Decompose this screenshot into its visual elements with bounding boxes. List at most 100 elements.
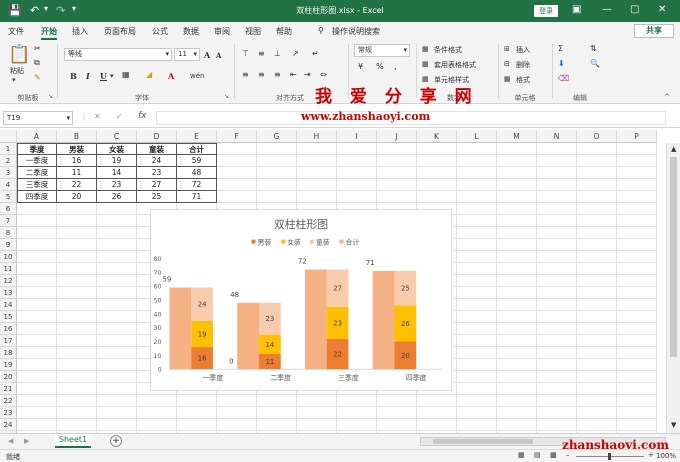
cell[interactable] xyxy=(537,251,577,263)
tab-help[interactable]: 帮助 xyxy=(276,26,292,37)
font-size-select[interactable]: 11 ▾ xyxy=(174,48,200,61)
align-right-icon[interactable]: ≡ xyxy=(274,70,281,79)
cell[interactable] xyxy=(57,299,97,311)
cell[interactable]: 二季度 xyxy=(17,167,57,179)
cell[interactable] xyxy=(497,251,537,263)
cell[interactable] xyxy=(617,407,657,419)
tab-page-layout[interactable]: 页面布局 xyxy=(104,26,136,37)
cell[interactable] xyxy=(417,407,457,419)
cell[interactable] xyxy=(497,407,537,419)
cell[interactable] xyxy=(537,407,577,419)
cell[interactable] xyxy=(57,239,97,251)
cell[interactable] xyxy=(577,383,617,395)
cell[interactable] xyxy=(537,191,577,203)
cell[interactable] xyxy=(337,419,377,431)
cell[interactable] xyxy=(217,419,257,431)
cell[interactable] xyxy=(457,179,497,191)
cell[interactable] xyxy=(17,383,57,395)
cell[interactable] xyxy=(17,335,57,347)
column-header[interactable]: C xyxy=(97,130,137,143)
cell[interactable] xyxy=(457,419,497,431)
row-header[interactable]: 24 xyxy=(0,419,17,431)
cell[interactable] xyxy=(617,239,657,251)
cell[interactable]: 48 xyxy=(177,167,217,179)
cell[interactable] xyxy=(617,155,657,167)
collapse-ribbon-icon[interactable]: ^ xyxy=(664,93,670,101)
add-sheet-button[interactable]: + xyxy=(110,435,122,447)
next-sheet-icon[interactable]: ▶ xyxy=(24,437,29,445)
column-header[interactable]: F xyxy=(217,130,257,143)
cell[interactable] xyxy=(617,143,657,155)
scroll-up-icon[interactable]: ▲ xyxy=(671,145,676,153)
column-header[interactable]: M xyxy=(497,130,537,143)
format-as-table-button[interactable]: 套用表格格式 xyxy=(434,60,476,70)
cell[interactable] xyxy=(537,155,577,167)
cell[interactable] xyxy=(57,203,97,215)
cell[interactable] xyxy=(457,143,497,155)
cell[interactable] xyxy=(617,359,657,371)
phonetic-icon[interactable]: wén xyxy=(190,72,204,80)
cell[interactable] xyxy=(537,383,577,395)
cell[interactable] xyxy=(17,395,57,407)
cell[interactable] xyxy=(617,371,657,383)
cell[interactable] xyxy=(537,167,577,179)
cell[interactable] xyxy=(577,167,617,179)
column-header[interactable]: E xyxy=(177,130,217,143)
fill-icon[interactable]: ⬇ xyxy=(558,59,565,68)
cell[interactable] xyxy=(457,383,497,395)
cell[interactable] xyxy=(217,143,257,155)
row-header[interactable]: 16 xyxy=(0,323,17,335)
row-header[interactable]: 19 xyxy=(0,359,17,371)
cell[interactable] xyxy=(617,323,657,335)
cell[interactable] xyxy=(297,407,337,419)
cell[interactable] xyxy=(17,359,57,371)
underline-dropdown-icon[interactable]: ▾ xyxy=(110,72,114,80)
cell[interactable] xyxy=(97,407,137,419)
cell[interactable] xyxy=(377,167,417,179)
cell[interactable] xyxy=(177,395,217,407)
cell[interactable] xyxy=(257,179,297,191)
cell[interactable] xyxy=(457,251,497,263)
cell[interactable] xyxy=(57,263,97,275)
prev-sheet-icon[interactable]: ◀ xyxy=(8,437,13,445)
row-header[interactable]: 10 xyxy=(0,251,17,263)
cell[interactable] xyxy=(617,347,657,359)
cell[interactable] xyxy=(497,419,537,431)
cell[interactable] xyxy=(217,407,257,419)
cell[interactable] xyxy=(617,419,657,431)
cell[interactable] xyxy=(97,227,137,239)
share-button[interactable]: 共享 xyxy=(634,24,674,38)
cell[interactable] xyxy=(497,215,537,227)
cell[interactable] xyxy=(537,395,577,407)
cut-icon[interactable]: ✂ xyxy=(34,44,41,53)
cell[interactable] xyxy=(617,287,657,299)
font-name-select[interactable]: 等线 ▾ xyxy=(64,48,172,61)
cell[interactable] xyxy=(577,275,617,287)
column-header[interactable]: I xyxy=(337,130,377,143)
row-header[interactable]: 14 xyxy=(0,299,17,311)
cell[interactable] xyxy=(97,299,137,311)
row-header[interactable]: 1 xyxy=(0,143,17,155)
cell[interactable] xyxy=(577,311,617,323)
align-top-icon[interactable]: ⊤ xyxy=(242,49,249,58)
zoom-level[interactable]: 100% xyxy=(656,452,676,460)
row-header[interactable]: 11 xyxy=(0,263,17,275)
comma-style-icon[interactable]: , xyxy=(394,62,397,71)
sort-filter-icon[interactable]: ⇅ xyxy=(590,44,597,53)
cell[interactable] xyxy=(497,371,537,383)
tab-data[interactable]: 数据 xyxy=(183,26,199,37)
cell[interactable] xyxy=(97,203,137,215)
cell[interactable] xyxy=(57,419,97,431)
font-color-icon[interactable]: A xyxy=(168,71,174,81)
cell[interactable] xyxy=(297,419,337,431)
row-header[interactable]: 3 xyxy=(0,167,17,179)
sheet-tab[interactable]: Sheet1 xyxy=(55,434,91,448)
cell[interactable] xyxy=(537,347,577,359)
cell[interactable]: 23 xyxy=(137,167,177,179)
column-header[interactable]: L xyxy=(457,130,497,143)
cell[interactable] xyxy=(457,239,497,251)
cell[interactable] xyxy=(97,215,137,227)
cell[interactable] xyxy=(577,215,617,227)
bold-icon[interactable]: B xyxy=(70,71,77,81)
cell[interactable] xyxy=(617,311,657,323)
